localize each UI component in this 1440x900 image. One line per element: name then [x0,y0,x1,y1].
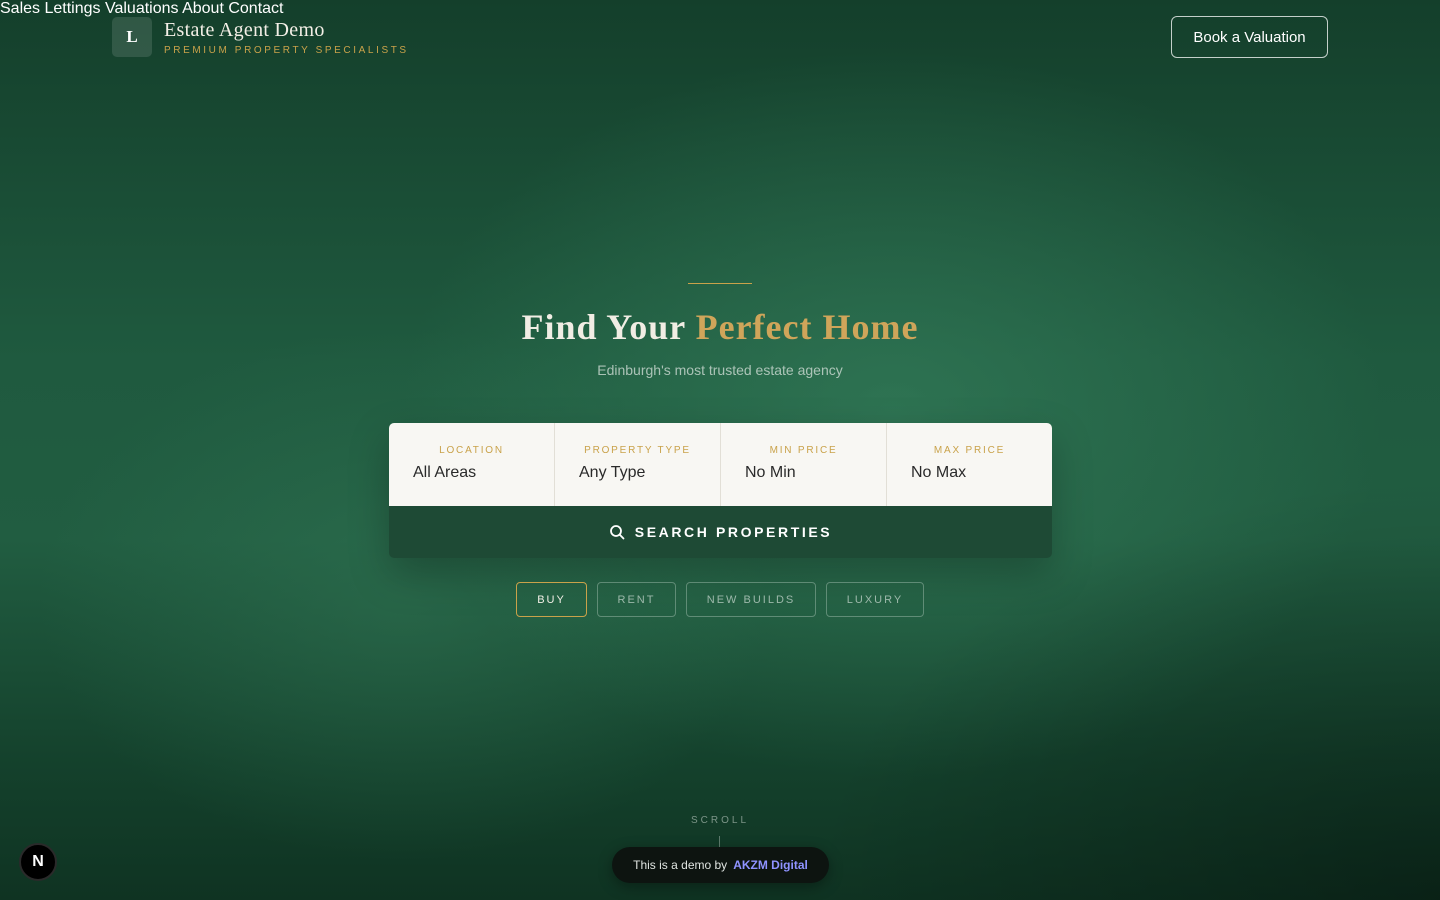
search-fields: LOCATION All Areas PROPERTY TYPE Any Typ… [389,423,1052,506]
property-search-panel: LOCATION All Areas PROPERTY TYPE Any Typ… [389,423,1052,558]
location-label: LOCATION [439,445,504,456]
book-valuation-button[interactable]: Book a Valuation [1171,16,1328,58]
site-header: L Estate Agent Demo PREMIUM PROPERTY SPE… [0,0,1440,76]
property-type-select[interactable]: PROPERTY TYPE Any Type [555,423,721,506]
demo-text: This is a demo by [633,858,728,872]
max-price-value: No Max [911,464,967,481]
min-price-value: No Min [745,464,796,481]
filter-new-builds[interactable]: NEW BUILDS [686,582,816,617]
nav-sales[interactable]: Sales [0,0,40,17]
hero-title-main: Find Your [521,307,686,347]
hero-subtitle: Edinburgh's most trusted estate agency [597,362,843,378]
hero-title: Find Your Perfect Home [0,306,1440,348]
search-icon [609,525,625,540]
min-price-select[interactable]: MIN PRICE No Min [721,423,887,506]
brand-tagline: PREMIUM PROPERTY SPECIALISTS [164,45,409,56]
logo-mark[interactable]: L [112,17,152,57]
listing-type-filters: BUY RENT NEW BUILDS LUXURY [0,582,1440,617]
nav-lettings[interactable]: Lettings [44,0,100,17]
location-value: All Areas [413,464,477,481]
hero-divider [688,283,752,284]
hero-title-accent: Perfect Home [695,307,919,347]
demo-attribution-pill: This is a demo by AKZM Digital [612,847,829,883]
nav-contact[interactable]: Contact [228,0,283,17]
location-select[interactable]: LOCATION All Areas [389,423,555,506]
property-type-value: Any Type [579,464,646,481]
demo-link[interactable]: AKZM Digital [733,858,808,872]
max-price-label: MAX PRICE [933,445,1006,456]
filter-luxury[interactable]: LUXURY [826,582,924,617]
filter-rent[interactable]: RENT [597,582,676,617]
property-type-label: PROPERTY TYPE [584,445,691,456]
max-price-select[interactable]: MAX PRICE No Max [887,423,1052,506]
search-button-label: SEARCH PROPERTIES [634,524,833,540]
nav-valuations[interactable]: Valuations [105,0,179,17]
min-price-label: MIN PRICE [769,445,838,456]
next-devtools-badge[interactable]: N [19,843,57,881]
nav-about[interactable]: About [182,0,224,17]
scroll-indicator-label[interactable]: SCROLL [0,815,1440,826]
brand-title[interactable]: Estate Agent Demo [164,19,325,42]
filter-buy[interactable]: BUY [516,582,587,617]
search-properties-button[interactable]: SEARCH PROPERTIES [389,506,1052,558]
